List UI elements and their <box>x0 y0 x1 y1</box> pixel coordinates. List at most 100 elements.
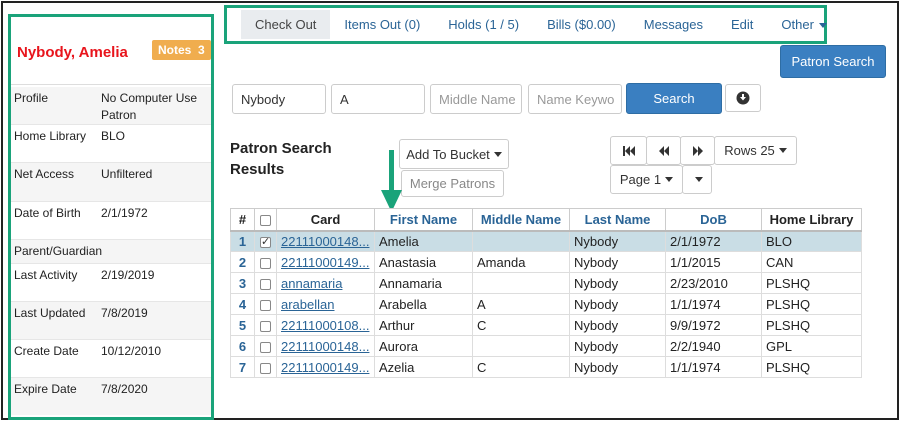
first-name-cell: Anastasia <box>374 251 473 273</box>
home-library-cell: PLSHQ <box>761 293 862 315</box>
info-row-profile: Profile No Computer Use Patron <box>11 87 211 125</box>
row-checkbox[interactable] <box>260 257 271 269</box>
info-value: 2/1/1972 <box>101 206 148 220</box>
info-label: Last Activity <box>14 268 78 282</box>
row-checkbox[interactable] <box>260 320 271 332</box>
table-row[interactable]: 2 22111000149... Anastasia Amanda Nybody 1/1/… <box>230 251 862 273</box>
rows-per-page-dropdown[interactable]: Rows 25 <box>714 136 797 165</box>
middle-name-cell: A <box>472 293 570 315</box>
last-name-cell: Nybody <box>569 293 666 315</box>
table-row[interactable]: 7 22111000149... Azelia C Nybody 1/1/1974 PLSH… <box>230 356 862 378</box>
row-checkbox[interactable] <box>260 341 271 353</box>
card-link[interactable]: 22111000149... <box>276 356 375 378</box>
info-value: No Computer Use Patron <box>101 91 198 122</box>
home-library-cell: PLSHQ <box>761 356 862 378</box>
table-row[interactable]: 3 annamaria Annamaria Nybody 2/23/2010 PLSHQ <box>230 272 862 294</box>
next-page-button[interactable] <box>680 136 715 165</box>
row-checkbox[interactable] <box>260 299 271 311</box>
first-page-button[interactable] <box>610 136 647 165</box>
table-row[interactable]: 1 22111000148...Amelia Nybody2/1/1972BLO <box>230 230 862 252</box>
row-number: 5 <box>230 314 255 336</box>
search-button[interactable]: Search <box>626 83 722 114</box>
home-library-cell: CAN <box>761 251 862 273</box>
notes-button[interactable]: Notes 3 <box>152 40 211 60</box>
home-library-cell: BLO <box>761 230 862 252</box>
column-header-first-name[interactable]: First Name <box>374 208 473 232</box>
card-link[interactable]: annamaria <box>276 272 375 294</box>
row-number: 2 <box>230 251 255 273</box>
last-name-cell: Nybody <box>569 272 666 294</box>
dob-cell: 1/1/2015 <box>665 251 762 273</box>
download-button[interactable] <box>725 84 761 112</box>
notes-count: 3 <box>198 43 205 57</box>
tab-check-out[interactable]: Check Out <box>241 10 331 39</box>
tab-items-out[interactable]: Items Out (0) <box>330 10 434 39</box>
last-name-cell: Nybody <box>569 230 666 252</box>
dob-cell: 2/2/1940 <box>665 335 762 357</box>
table-row[interactable]: 4 arabellan Arabella A Nybody 1/1/1974 PLSHQ <box>230 293 862 315</box>
add-to-bucket-label: Add To Bucket <box>406 146 490 162</box>
tab-bills[interactable]: Bills ($0.00) <box>533 10 630 39</box>
dob-cell: 9/9/1972 <box>665 314 762 336</box>
middle-name-cell: C <box>472 314 570 336</box>
download-circle-icon <box>736 91 750 105</box>
column-header-home-library[interactable]: Home Library <box>761 208 862 232</box>
page-options-dropdown[interactable] <box>682 165 712 194</box>
last-name-cell: Nybody <box>569 356 666 378</box>
column-header-last-name[interactable]: Last Name <box>569 208 666 232</box>
middle-name-cell <box>472 230 570 252</box>
page-select-dropdown[interactable]: Page 1 <box>610 165 683 194</box>
info-row-parent-guardian: Parent/Guardian <box>11 240 211 264</box>
tab-holds[interactable]: Holds (1 / 5) <box>434 10 533 39</box>
merge-patrons-button[interactable]: Merge Patrons <box>401 170 504 197</box>
card-link[interactable]: 22111000108... <box>276 314 375 336</box>
card-link[interactable]: 22111000149... <box>276 251 375 273</box>
card-link[interactable]: arabellan <box>276 293 375 315</box>
forward-icon <box>692 145 703 156</box>
info-row-last-updated: Last Updated 7/8/2019 <box>11 302 211 340</box>
info-label: Last Updated <box>14 306 86 320</box>
select-all-checkbox[interactable] <box>260 214 271 226</box>
middle-name-cell <box>472 335 570 357</box>
info-row-last-activity: Last Activity 2/19/2019 <box>11 264 211 302</box>
middle-name-cell: C <box>472 356 570 378</box>
last-name-input[interactable]: Nybody <box>232 84 326 114</box>
info-value: 10/12/2010 <box>101 344 162 358</box>
row-number: 1 <box>230 230 255 252</box>
previous-page-button[interactable] <box>646 136 681 165</box>
patron-search-button[interactable]: Patron Search <box>780 45 886 78</box>
row-checkbox[interactable] <box>260 235 271 248</box>
name-keyword-input[interactable]: Name Keywo <box>528 84 622 114</box>
dob-cell: 1/1/1974 <box>665 293 762 315</box>
column-header-middle-name[interactable]: Middle Name <box>472 208 570 232</box>
row-checkbox[interactable] <box>260 362 271 374</box>
tab-messages[interactable]: Messages <box>630 10 717 39</box>
row-checkbox[interactable] <box>260 278 271 290</box>
info-label: Date of Birth <box>14 206 81 220</box>
add-to-bucket-button[interactable]: Add To Bucket <box>399 139 509 169</box>
info-value: Unfiltered <box>101 167 153 181</box>
first-name-input[interactable]: A <box>331 84 425 114</box>
first-name-cell: Amelia <box>374 230 473 252</box>
table-row[interactable]: 6 22111000148... Aurora Nybody 2/2/1940 GPL <box>230 335 862 357</box>
results-title: Patron Search Results <box>230 140 332 178</box>
page-label: Page 1 <box>619 172 662 187</box>
last-name-cell: Nybody <box>569 314 666 336</box>
card-link[interactable]: 22111000148... <box>276 230 375 252</box>
patron-results-table: # Card First Name Middle Name Last Name … <box>230 208 862 378</box>
column-header-select-all[interactable] <box>254 208 277 232</box>
last-name-cell: Nybody <box>569 335 666 357</box>
column-header-dob[interactable]: DoB <box>665 208 762 232</box>
table-row[interactable]: 5 22111000108... Arthur C Nybody 9/9/1972 PLSH… <box>230 314 862 336</box>
first-name-cell: Azelia <box>374 356 473 378</box>
info-row-net-access: Net Access Unfiltered <box>11 163 211 202</box>
tab-other-dropdown[interactable]: Other <box>767 10 841 39</box>
column-header-number: # <box>230 208 255 232</box>
column-header-card[interactable]: Card <box>276 208 375 232</box>
card-link[interactable]: 22111000148... <box>276 335 375 357</box>
middle-name-input[interactable]: Middle Name <box>430 84 522 114</box>
row-number: 6 <box>230 335 255 357</box>
info-value: BLO <box>101 129 126 143</box>
tab-edit[interactable]: Edit <box>717 10 767 39</box>
info-value: 7/8/2020 <box>101 382 148 396</box>
